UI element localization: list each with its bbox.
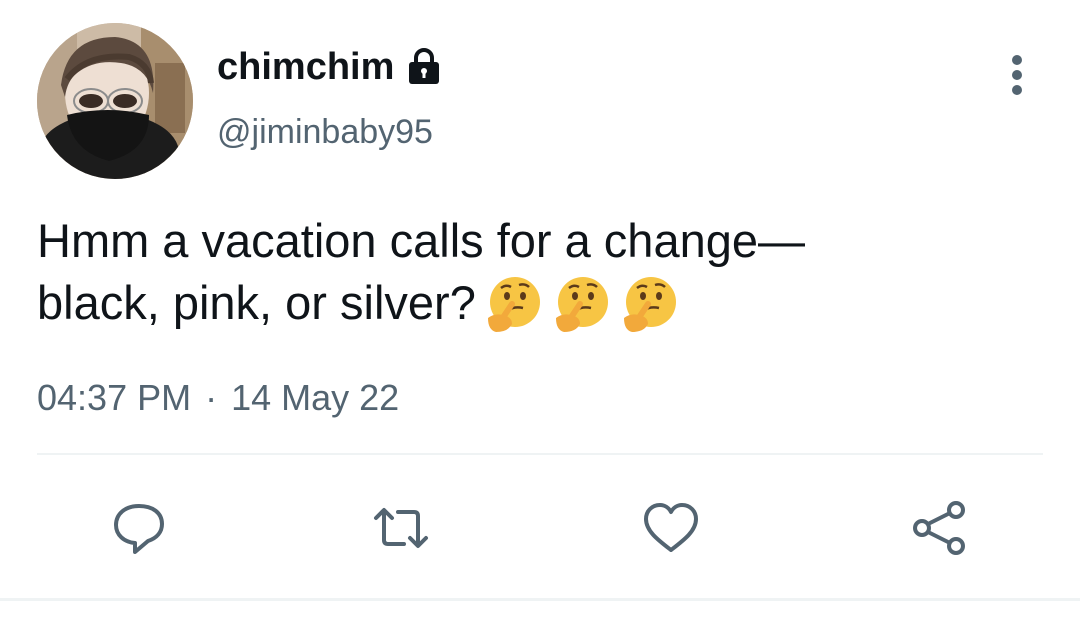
more-options-button[interactable]	[1000, 52, 1034, 102]
retweet-button[interactable]	[370, 500, 432, 556]
share-icon	[913, 501, 965, 555]
tweet-text: Hmm a vacation calls for a change— black…	[37, 210, 1037, 339]
user-handle[interactable]: @jiminbaby95	[217, 110, 433, 154]
avatar-image	[37, 23, 193, 179]
lock-icon	[409, 48, 440, 84]
tweet-text-line-2-text: black, pink, or silver?	[37, 276, 476, 329]
reply-icon	[114, 504, 164, 554]
tweet-text-line-1: Hmm a vacation calls for a change—	[37, 214, 805, 267]
retweet-icon	[374, 508, 428, 548]
share-button[interactable]	[908, 500, 970, 556]
more-vertical-icon	[1012, 55, 1022, 95]
avatar[interactable]	[37, 23, 193, 179]
thinking-face-icon	[487, 277, 540, 333]
reply-button[interactable]	[108, 500, 170, 556]
bottom-divider	[0, 598, 1080, 601]
tweet-timestamp[interactable]: 04:37 PM · 14 May 22	[37, 374, 399, 422]
tweet: chimchim @jiminbaby95 Hmm a vacation cal…	[0, 0, 1080, 618]
tweet-time: 04:37 PM	[37, 377, 192, 418]
thinking-face-icon	[623, 277, 676, 333]
tweet-text-line-2: black, pink, or silver?	[37, 272, 1037, 339]
emoji-row	[482, 274, 686, 339]
like-button[interactable]	[640, 500, 702, 556]
display-name[interactable]: chimchim	[217, 43, 444, 91]
display-name-text: chimchim	[217, 46, 395, 88]
timestamp-separator: ·	[205, 377, 218, 418]
like-icon	[644, 503, 698, 552]
tweet-date: 14 May 22	[231, 377, 400, 418]
divider	[37, 453, 1043, 455]
thinking-face-icon	[555, 277, 608, 333]
